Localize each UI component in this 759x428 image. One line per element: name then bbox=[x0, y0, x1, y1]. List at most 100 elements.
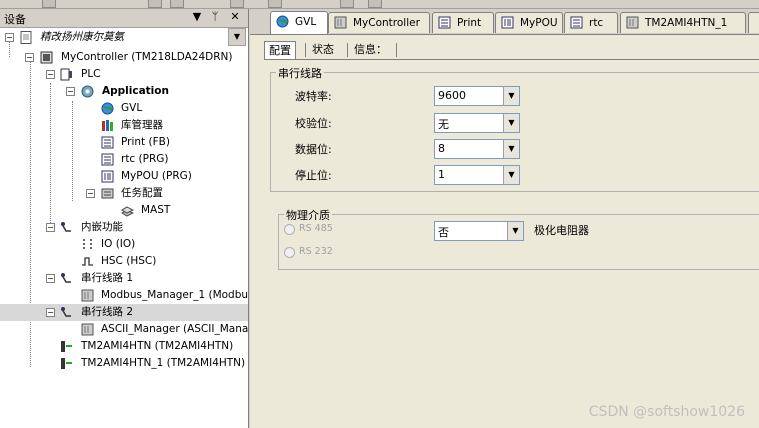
tree-item[interactable]: − Application bbox=[0, 83, 248, 100]
tree-item[interactable]: IO (IO) bbox=[0, 236, 248, 253]
plc-icon bbox=[60, 68, 72, 81]
project-row[interactable]: − 精改扬州康尔莫氨 ▼ bbox=[0, 28, 248, 46]
editor-content: 配置 状态 信息： 串行线路 波特率: 9600 ▼ 校验位: 无 ▼ 数据位:… bbox=[250, 35, 759, 428]
tab-overflow[interactable] bbox=[748, 12, 759, 33]
tab-label: GVL bbox=[295, 16, 317, 28]
tree-item-label: MAST bbox=[141, 204, 171, 216]
toolbar-button[interactable] bbox=[268, 0, 282, 8]
collapse-icon[interactable]: − bbox=[46, 308, 55, 317]
tree-item[interactable]: ASCII_Manager (ASCII_Manag bbox=[0, 321, 248, 338]
application-icon bbox=[81, 85, 94, 98]
chevron-down-icon[interactable]: ▼ bbox=[503, 87, 519, 105]
collapse-icon[interactable]: − bbox=[86, 189, 95, 198]
collapse-icon[interactable]: − bbox=[46, 274, 55, 283]
chevron-down-icon[interactable]: ▼ bbox=[503, 166, 519, 184]
collapse-icon[interactable]: − bbox=[66, 87, 75, 96]
tree-item-selected[interactable]: − 串行线路 2 bbox=[0, 304, 248, 321]
subtab-status[interactable]: 状态 bbox=[308, 41, 338, 59]
tree-item[interactable]: − 任务配置 bbox=[0, 185, 248, 202]
tab-label: rtc bbox=[589, 17, 604, 29]
tab-rtc[interactable]: rtc bbox=[564, 12, 618, 33]
module-icon bbox=[61, 341, 72, 352]
toolbar-button[interactable] bbox=[170, 0, 184, 8]
tab-label: Print bbox=[457, 17, 482, 29]
rs232-label: RS 232 bbox=[299, 246, 333, 257]
subtab-separator bbox=[347, 43, 348, 57]
toolbar-button[interactable] bbox=[340, 0, 354, 8]
tree-item[interactable]: Print (FB) bbox=[0, 134, 248, 151]
tree-item-label: 内嵌功能 bbox=[81, 221, 123, 233]
tree-item[interactable]: − PLC bbox=[0, 66, 248, 83]
rs232-radio[interactable] bbox=[284, 247, 295, 258]
tab-tm2ami4htn-1[interactable]: TM2AMI4HTN_1 bbox=[620, 12, 746, 33]
library-icon bbox=[102, 120, 113, 131]
tree-item[interactable]: GVL bbox=[0, 100, 248, 117]
hsc-icon bbox=[82, 257, 93, 266]
collapse-icon[interactable]: − bbox=[46, 70, 55, 79]
subtab-underline bbox=[264, 59, 759, 60]
subtab-info[interactable]: 信息： bbox=[350, 41, 391, 59]
tab-gvl[interactable]: GVL bbox=[270, 11, 328, 34]
tree-item[interactable]: rtc (PRG) bbox=[0, 151, 248, 168]
tree-item-label: 库管理器 bbox=[121, 119, 163, 131]
tree-item-label: 串行线路 2 bbox=[81, 306, 134, 318]
tree-item[interactable]: − 串行线路 1 bbox=[0, 270, 248, 287]
baud-rate-select[interactable]: 9600 ▼ bbox=[434, 86, 520, 106]
tree-item[interactable]: 库管理器 bbox=[0, 117, 248, 134]
data-bits-label: 数据位: bbox=[295, 143, 332, 156]
tree-item-label: ASCII_Manager (ASCII_Manag bbox=[101, 323, 248, 335]
tree-item-label: Modbus_Manager_1 (Modbus_ bbox=[101, 289, 248, 301]
chevron-down-icon[interactable]: ▼ bbox=[507, 222, 523, 240]
chevron-down-icon[interactable]: ▼ bbox=[503, 140, 519, 158]
io-icon bbox=[83, 239, 92, 249]
project-name: 精改扬州康尔莫氨 bbox=[40, 31, 124, 43]
tab-mypou[interactable]: MyPOU bbox=[495, 12, 563, 33]
polarization-select[interactable]: 否 ▼ bbox=[434, 221, 524, 241]
tab-print[interactable]: Print bbox=[432, 12, 494, 33]
parity-value: 无 bbox=[438, 118, 449, 131]
subtab-separator bbox=[396, 43, 397, 57]
tree-item[interactable]: Modbus_Manager_1 (Modbus_ bbox=[0, 287, 248, 304]
toolbar-button[interactable] bbox=[42, 0, 56, 8]
tree-item[interactable]: MAST bbox=[0, 202, 248, 219]
tree-item-label: TM2AMI4HTN_1 (TM2AMI4HTN) bbox=[81, 357, 246, 369]
parity-label: 校验位: bbox=[295, 117, 332, 130]
pin-icon[interactable]: ᛘ bbox=[208, 10, 222, 23]
polarization-value: 否 bbox=[438, 226, 449, 239]
toolbar-button[interactable] bbox=[230, 0, 244, 8]
panel-header: 设备 ▼ ᛘ ✕ bbox=[0, 9, 248, 28]
close-icon[interactable]: ✕ bbox=[228, 10, 242, 23]
serial-icon bbox=[61, 273, 71, 283]
toolbar-button[interactable] bbox=[148, 0, 162, 8]
tree-item-label: HSC (HSC) bbox=[101, 255, 157, 267]
stop-bits-label: 停止位: bbox=[295, 169, 332, 182]
tab-label: MyController bbox=[353, 17, 420, 29]
stop-bits-value: 1 bbox=[438, 168, 445, 181]
chevron-down-icon[interactable]: ▼ bbox=[503, 114, 519, 132]
tree-item[interactable]: − MyController (TM218LDA24DRN) bbox=[0, 49, 248, 66]
data-bits-select[interactable]: 8 ▼ bbox=[434, 139, 520, 159]
manager-icon bbox=[81, 289, 94, 302]
project-dropdown-button[interactable]: ▼ bbox=[228, 28, 246, 46]
tree-item-label: MyPOU (PRG) bbox=[121, 170, 192, 182]
tree-item[interactable]: TM2AMI4HTN_1 (TM2AMI4HTN) bbox=[0, 355, 248, 372]
data-bits-value: 8 bbox=[438, 142, 445, 155]
dropdown-arrow-icon[interactable]: ▼ bbox=[190, 10, 204, 23]
tree-item[interactable]: − 内嵌功能 bbox=[0, 219, 248, 236]
tree-item[interactable]: TM2AMI4HTN (TM2AMI4HTN) bbox=[0, 338, 248, 355]
baud-rate-value: 9600 bbox=[438, 89, 466, 102]
rs485-radio[interactable] bbox=[284, 224, 295, 235]
stop-bits-select[interactable]: 1 ▼ bbox=[434, 165, 520, 185]
tree-item[interactable]: MyPOU (PRG) bbox=[0, 168, 248, 185]
parity-select[interactable]: 无 ▼ bbox=[434, 113, 520, 133]
tree-item-label: Application bbox=[102, 85, 169, 97]
collapse-icon[interactable]: − bbox=[46, 223, 55, 232]
tab-mycontroller[interactable]: MyController bbox=[328, 12, 430, 33]
collapse-icon[interactable]: − bbox=[25, 53, 34, 62]
tree-item[interactable]: HSC (HSC) bbox=[0, 253, 248, 270]
mast-icon bbox=[121, 206, 134, 217]
tree-item-label: rtc (PRG) bbox=[121, 153, 169, 165]
subtab-config[interactable]: 配置 bbox=[264, 41, 296, 60]
toolbar-button[interactable] bbox=[368, 0, 382, 8]
top-toolbar bbox=[0, 0, 759, 9]
